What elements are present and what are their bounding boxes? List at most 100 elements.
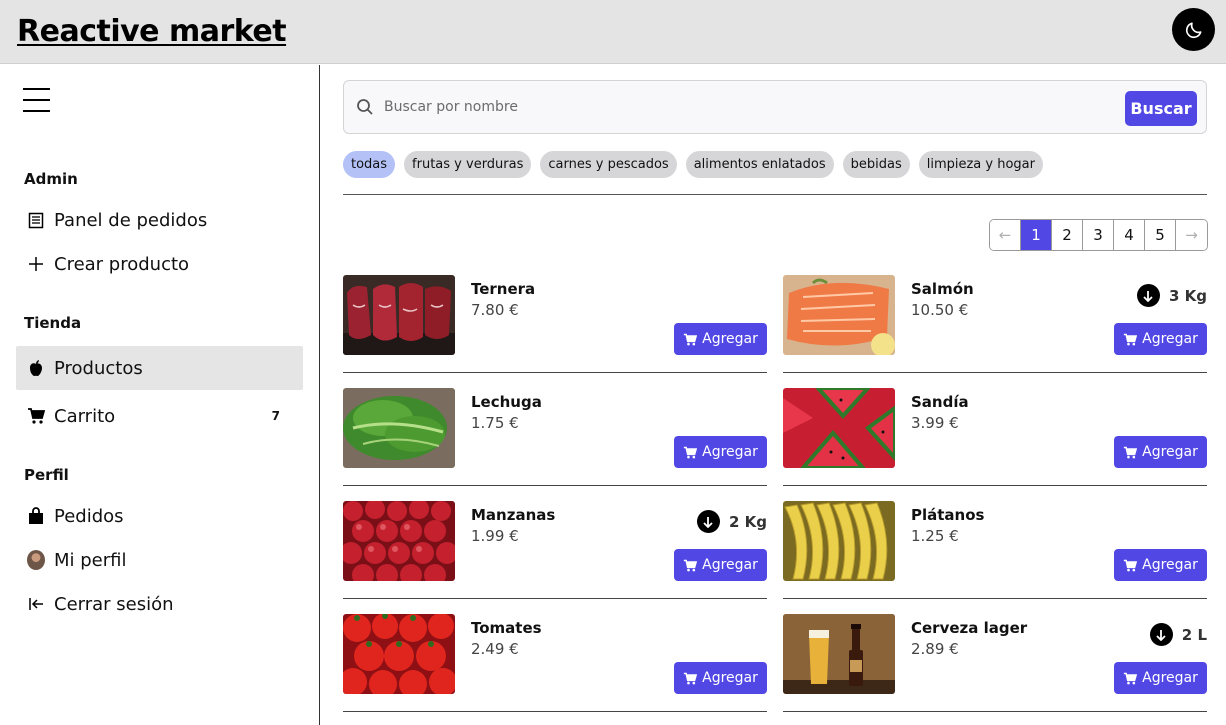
quantity-value: 2 L [1181,625,1207,644]
page-5-button[interactable]: 5 [1145,220,1176,250]
avatar [27,550,45,570]
product-card: Manzanas 1.99 € 2 Kg Agregar [343,501,767,599]
cart-icon [684,672,698,684]
chip-carnes-pescados[interactable]: carnes y pescados [540,151,677,178]
product-name: Ternera [471,280,536,298]
product-card: Lechuga 1.75 € Agregar [343,388,767,486]
cart-icon [1124,333,1138,345]
product-card: Salmón 10.50 € 3 Kg Agregar [783,275,1207,373]
add-to-cart-button[interactable]: Agregar [674,662,767,694]
product-price: 7.80 € [471,301,519,319]
sidebar-item-label: Carrito [54,405,116,427]
add-to-cart-button[interactable]: Agregar [1114,323,1207,355]
chip-alimentos-enlatados[interactable]: alimentos enlatados [685,151,834,178]
arrow-down-icon[interactable] [696,510,720,533]
product-image-watermelon[interactable] [783,388,895,468]
product-image-salmon[interactable] [783,275,895,355]
product-image-tomatoes[interactable] [343,614,455,694]
add-to-cart-button[interactable]: Agregar [674,436,767,468]
sidebar-item-label: Cerrar sesión [54,593,174,615]
page-2-button[interactable]: 2 [1052,220,1083,250]
product-image-bananas[interactable] [783,501,895,581]
section-title-admin: Admin [24,170,78,188]
menu-icon[interactable] [23,88,50,112]
app-header: Reactive market [0,0,1226,64]
quantity-value: 2 Kg [728,512,767,531]
sidebar-item-productos[interactable]: Productos [16,346,303,390]
main-content: Buscar todas frutas y verduras carnes y … [320,65,1226,725]
product-image-apples[interactable] [343,501,455,581]
add-button-label: Agregar [1142,557,1198,573]
cart-icon [684,559,698,571]
add-to-cart-button[interactable]: Agregar [1114,436,1207,468]
search-icon [357,99,373,115]
arrow-down-icon[interactable] [1149,623,1173,646]
product-image-beef[interactable] [343,275,455,355]
add-button-label: Agregar [702,670,758,686]
product-price: 1.75 € [471,414,519,432]
search-button[interactable]: Buscar [1125,91,1197,126]
sidebar-item-panel-pedidos[interactable]: Panel de pedidos [16,198,303,242]
arrow-down-icon[interactable] [1136,284,1160,307]
product-price: 3.99 € [911,414,959,432]
product-name: Tomates [471,619,542,637]
add-button-label: Agregar [702,557,758,573]
chip-frutas-verduras[interactable]: frutas y verduras [404,151,532,178]
cart-count-badge: 7 [271,409,280,423]
product-image-lettuce[interactable] [343,388,455,468]
product-name: Sandía [911,393,969,411]
section-title-perfil: Perfil [24,466,69,484]
moon-icon [1185,22,1201,38]
cart-icon [27,407,45,425]
sidebar-item-label: Mi perfil [54,549,127,571]
product-name: Plátanos [911,506,985,524]
chip-limpieza-hogar[interactable]: limpieza y hogar [918,151,1043,178]
add-button-label: Agregar [702,444,758,460]
sidebar-item-label: Pedidos [54,505,124,527]
quantity-indicator: 2 Kg [696,510,767,533]
product-image-beer[interactable] [783,614,895,694]
divider [343,194,1207,195]
add-to-cart-button[interactable]: Agregar [1114,662,1207,694]
search-input[interactable] [384,91,1084,123]
search-bar: Buscar [343,80,1207,134]
product-name: Salmón [911,280,974,298]
add-to-cart-button[interactable]: Agregar [1114,549,1207,581]
cart-icon [1124,446,1138,458]
cart-icon [684,446,698,458]
product-price: 1.25 € [911,527,959,545]
next-page-button[interactable]: → [1176,220,1207,250]
sidebar-item-cerrar-sesion[interactable]: Cerrar sesión [16,582,303,626]
quantity-indicator: 2 L [1149,623,1207,646]
add-to-cart-button[interactable]: Agregar [674,549,767,581]
sidebar-item-mi-perfil[interactable]: Mi perfil [16,538,303,582]
page-1-button[interactable]: 1 [1021,220,1052,250]
chip-todas[interactable]: todas [343,151,396,178]
pagination: ← 1 2 3 4 5 → [989,219,1208,251]
product-card: Sandía 3.99 € Agregar [783,388,1207,486]
add-button-label: Agregar [1142,331,1198,347]
sidebar-item-pedidos[interactable]: Pedidos [16,494,303,538]
product-name: Lechuga [471,393,542,411]
quantity-value: 3 Kg [1168,286,1207,305]
theme-toggle-button[interactable] [1172,8,1215,51]
cart-icon [684,333,698,345]
brand-title[interactable]: Reactive market [17,14,287,49]
page-4-button[interactable]: 4 [1114,220,1145,250]
category-filters: todas frutas y verduras carnes y pescado… [343,151,1043,178]
bag-icon [27,507,45,525]
sidebar-item-carrito[interactable]: Carrito 7 [16,394,303,438]
add-to-cart-button[interactable]: Agregar [674,323,767,355]
chip-bebidas[interactable]: bebidas [842,151,910,178]
sidebar-item-label: Crear producto [54,253,190,275]
product-price: 2.49 € [471,640,519,658]
cart-icon [1124,672,1138,684]
sidebar-item-crear-producto[interactable]: Crear producto [16,242,303,286]
product-name: Manzanas [471,506,556,524]
prev-page-button[interactable]: ← [990,220,1021,250]
quantity-indicator: 3 Kg [1136,284,1207,307]
sidebar-item-label: Productos [54,357,143,379]
page-3-button[interactable]: 3 [1083,220,1114,250]
cart-icon [1124,559,1138,571]
product-card: Tomates 2.49 € Agregar [343,614,767,712]
